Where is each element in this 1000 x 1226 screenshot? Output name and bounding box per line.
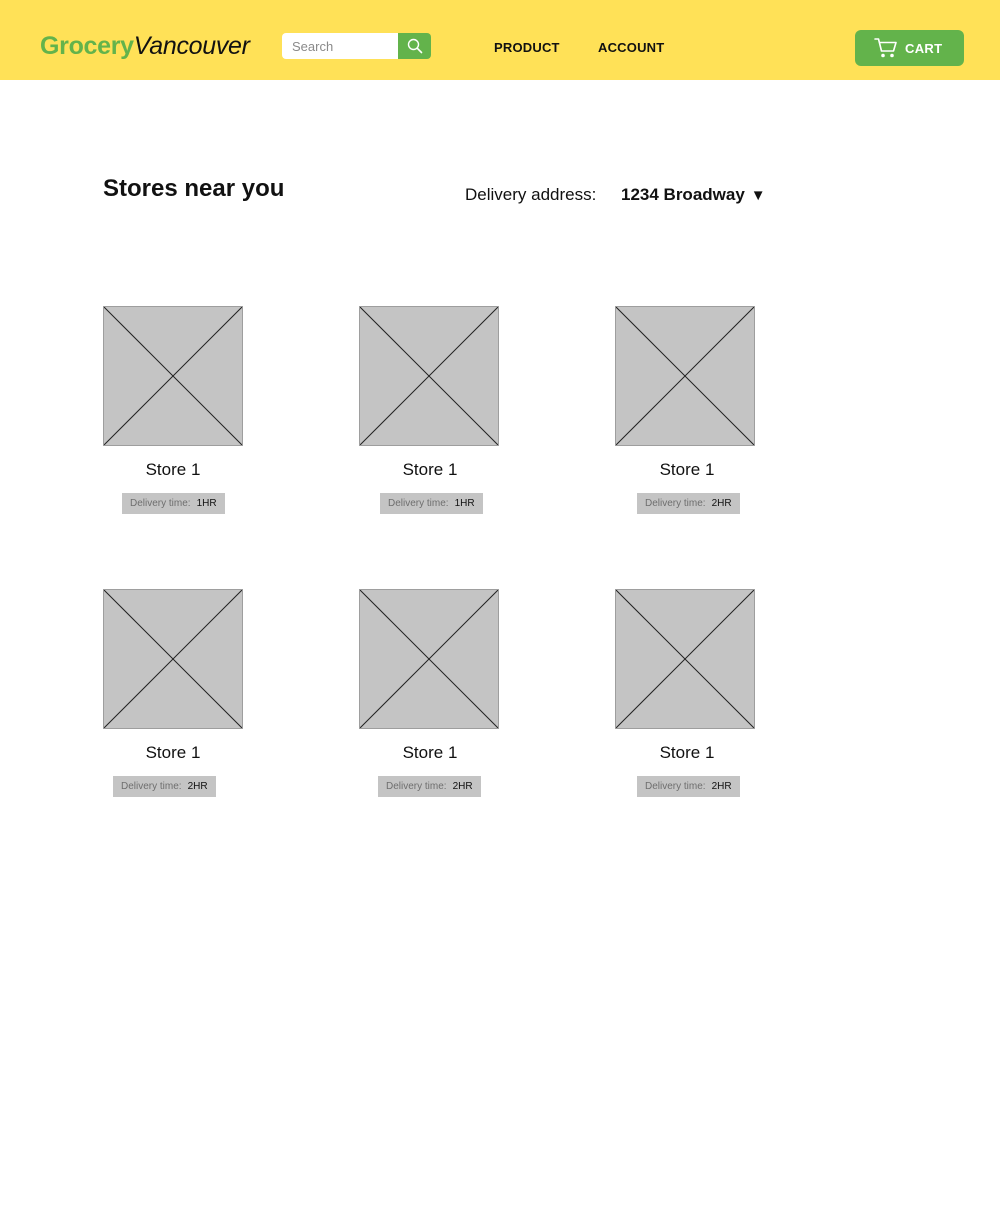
delivery-time-badge: Delivery time: 1HR [122, 493, 225, 514]
image-placeholder-icon [615, 589, 755, 729]
search-button[interactable] [398, 33, 431, 59]
delivery-time-value: 2HR [187, 781, 208, 792]
store-name: Store 1 [402, 460, 458, 479]
search-icon [407, 38, 422, 54]
store-name: Store 1 [145, 743, 201, 762]
image-placeholder-icon [615, 306, 755, 446]
delivery-address-label: Delivery address: [465, 185, 597, 204]
image-placeholder-icon [103, 589, 243, 729]
delivery-time-badge: Delivery time: 2HR [378, 776, 481, 797]
search-input[interactable] [282, 33, 400, 59]
store-name: Store 1 [145, 460, 201, 479]
delivery-time-label: Delivery time: [130, 498, 191, 509]
delivery-time-label: Delivery time: [645, 781, 706, 792]
delivery-time-value: 2HR [452, 781, 473, 792]
store-name: Store 1 [659, 743, 715, 762]
delivery-time-label: Delivery time: [388, 498, 449, 509]
store-name: Store 1 [402, 743, 458, 762]
image-placeholder-icon [103, 306, 243, 446]
store-name: Store 1 [659, 460, 715, 479]
image-placeholder-icon [359, 589, 499, 729]
store-card[interactable]: Store 1 Delivery time: 2HR [359, 589, 559, 799]
delivery-time-badge: Delivery time: 2HR [637, 493, 740, 514]
delivery-address-value: 1234 Broadway [621, 185, 745, 204]
delivery-time-badge: Delivery time: 1HR [380, 493, 483, 514]
logo-part-grocery: Grocery [40, 32, 134, 60]
store-card[interactable]: Store 1 Delivery time: 2HR [103, 589, 303, 799]
store-card[interactable]: Store 1 Delivery time: 1HR [359, 306, 559, 516]
delivery-time-value: 1HR [454, 498, 475, 509]
delivery-time-label: Delivery time: [645, 498, 706, 509]
delivery-address-dropdown[interactable]: 1234 Broadway ▼ [621, 185, 766, 205]
delivery-time-value: 2HR [711, 781, 732, 792]
delivery-time-label: Delivery time: [386, 781, 447, 792]
cart-button[interactable]: CART [855, 30, 964, 66]
store-card[interactable]: Store 1 Delivery time: 2HR [615, 589, 815, 799]
delivery-time-badge: Delivery time: 2HR [113, 776, 216, 797]
dropdown-arrow-icon: ▼ [750, 187, 766, 204]
search-bar [282, 33, 431, 59]
logo[interactable]: GroceryVancouver [40, 30, 250, 62]
delivery-time-label: Delivery time: [121, 781, 182, 792]
page-title: Stores near you [103, 175, 285, 202]
delivery-time-badge: Delivery time: 2HR [637, 776, 740, 797]
nav-product-link[interactable]: PRODUCT [494, 40, 560, 55]
cart-icon [874, 38, 897, 58]
nav-account-link[interactable]: ACCOUNT [598, 40, 664, 55]
logo-part-vancouver: Vancouver [133, 32, 250, 60]
cart-label: CART [905, 41, 943, 56]
image-placeholder-icon [359, 306, 499, 446]
delivery-time-value: 2HR [711, 498, 732, 509]
store-card[interactable]: Store 1 Delivery time: 2HR [615, 306, 815, 516]
delivery-time-value: 1HR [196, 498, 217, 509]
store-card[interactable]: Store 1 Delivery time: 1HR [103, 306, 303, 516]
header-bar: GroceryVancouver PRODUCT ACCOUNT CART [0, 0, 1000, 80]
